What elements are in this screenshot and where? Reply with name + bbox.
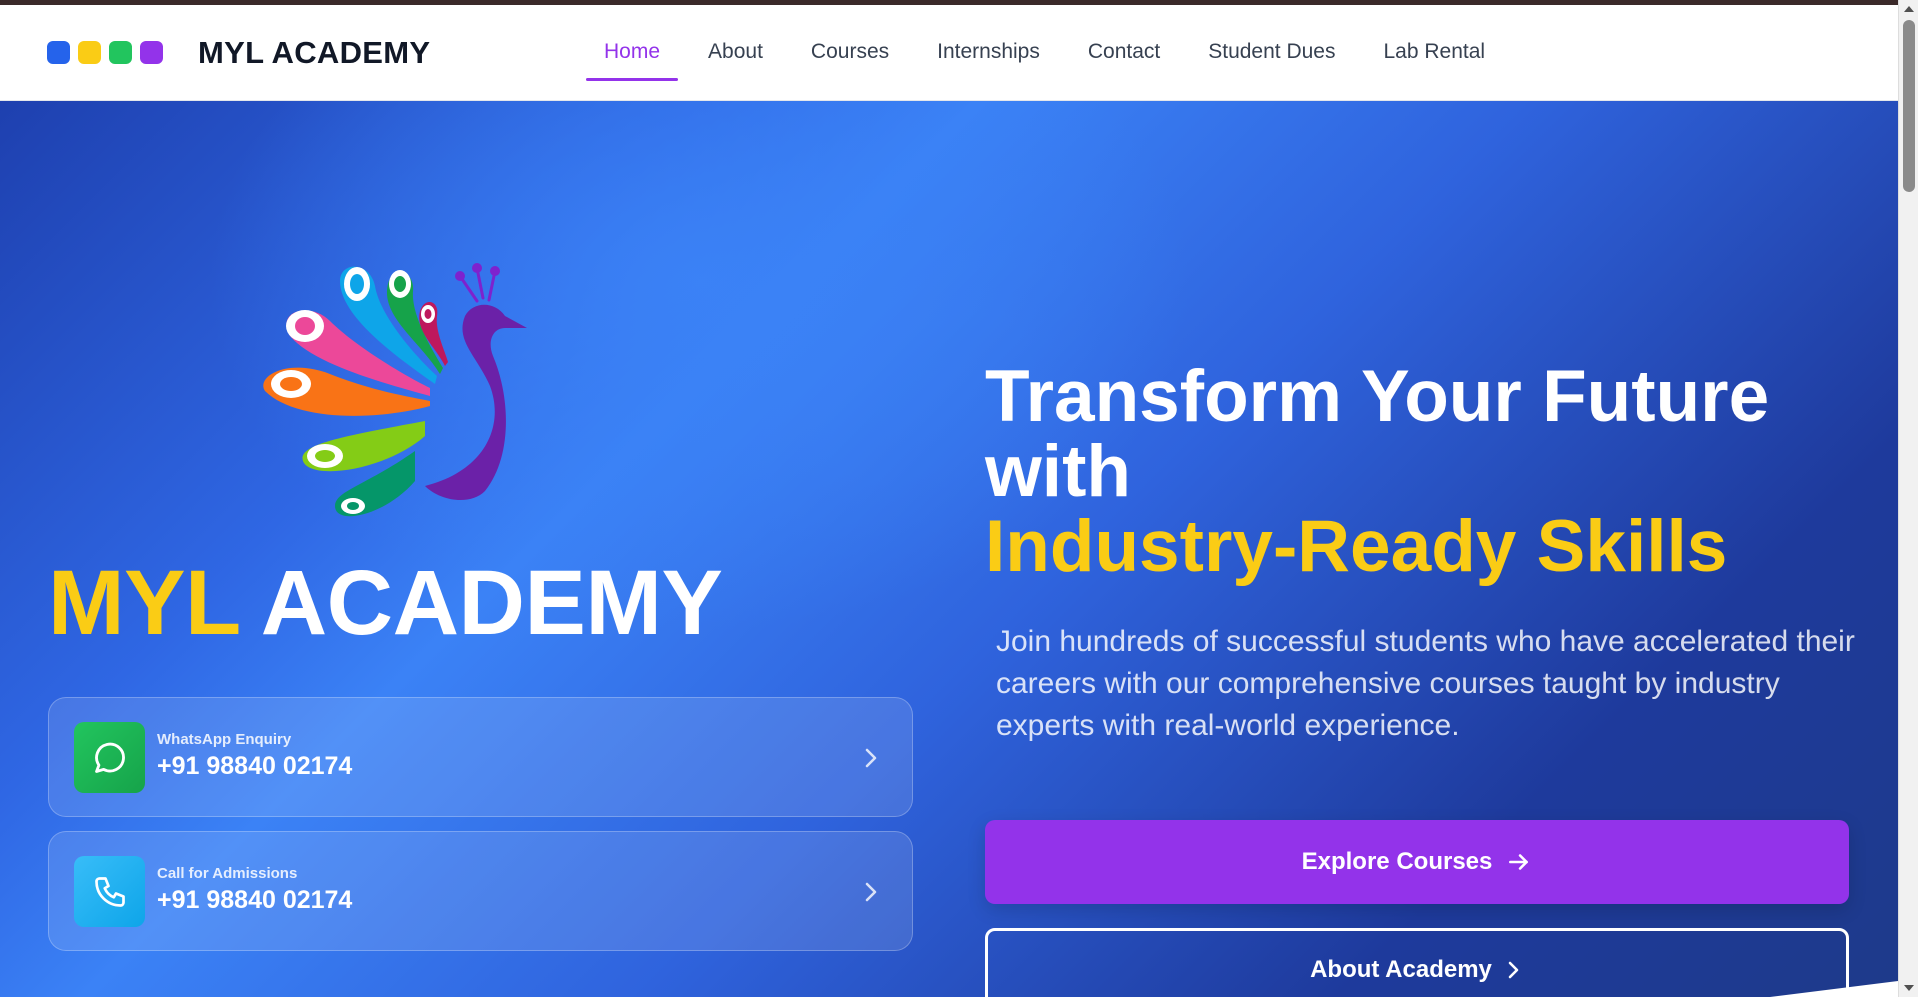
brand-dot-blue (47, 41, 70, 64)
about-academy-button[interactable]: About Academy (985, 928, 1849, 997)
scroll-down-arrow-icon[interactable] (1904, 985, 1914, 991)
explore-courses-button[interactable]: Explore Courses (985, 820, 1849, 904)
brand-logo-dots[interactable] (47, 41, 163, 64)
call-admissions-card[interactable]: Call for Admissions +91 98840 02174 (48, 831, 913, 951)
brand-dot-green (109, 41, 132, 64)
navbar: MYL ACADEMY Home About Courses Internshi… (0, 5, 1898, 101)
whatsapp-icon (74, 722, 145, 793)
call-label: Call for Admissions (157, 865, 298, 882)
main-nav: Home About Courses Internships Contact S… (586, 5, 1515, 101)
nav-item-courses[interactable]: Courses (793, 5, 907, 101)
call-number: +91 98840 02174 (157, 886, 353, 914)
chevron-right-icon (865, 882, 877, 902)
hero-subtext: Join hundreds of successful students who… (996, 625, 1855, 742)
arrow-right-icon (1509, 854, 1529, 870)
hero-brand-title: MYL ACADEMY (48, 551, 723, 656)
hero-headline-line2: with (985, 431, 1131, 512)
about-academy-label: About Academy (1310, 956, 1492, 983)
explore-courses-label: Explore Courses (1301, 848, 1493, 875)
chevron-right-icon (1508, 961, 1519, 979)
nav-item-student-dues[interactable]: Student Dues (1190, 5, 1353, 101)
whatsapp-number: +91 98840 02174 (157, 752, 353, 780)
hero-section: MYL ACADEMY WhatsApp Enquiry +91 98840 0… (0, 101, 1898, 997)
hero-headline: Transform Your Future with Industry-Read… (985, 359, 1845, 584)
nav-item-home[interactable]: Home (586, 5, 679, 101)
hero-brand-title-part1: MYL (48, 552, 240, 654)
brand-dot-yellow (78, 41, 101, 64)
scroll-up-arrow-icon[interactable] (1904, 6, 1914, 12)
page-scrollbar[interactable] (1898, 0, 1918, 997)
hero-headline-line1: Transform Your Future (985, 356, 1770, 437)
scrollbar-thumb[interactable] (1903, 20, 1915, 192)
brand-dot-purple (140, 41, 163, 64)
chevron-right-icon (865, 748, 877, 768)
nav-item-contact[interactable]: Contact (1070, 5, 1178, 101)
nav-item-lab-rental[interactable]: Lab Rental (1366, 5, 1504, 101)
hero-brand-title-part2: ACADEMY (260, 552, 723, 654)
whatsapp-label: WhatsApp Enquiry (157, 731, 292, 748)
brand-name[interactable]: MYL ACADEMY (198, 35, 430, 71)
nav-item-about[interactable]: About (690, 5, 781, 101)
peacock-logo-icon (263, 263, 527, 517)
hero-headline-line3: Industry-Ready Skills (985, 506, 1728, 587)
phone-icon (74, 856, 145, 927)
nav-item-internships[interactable]: Internships (919, 5, 1058, 101)
whatsapp-enquiry-card[interactable]: WhatsApp Enquiry +91 98840 02174 (48, 697, 913, 817)
